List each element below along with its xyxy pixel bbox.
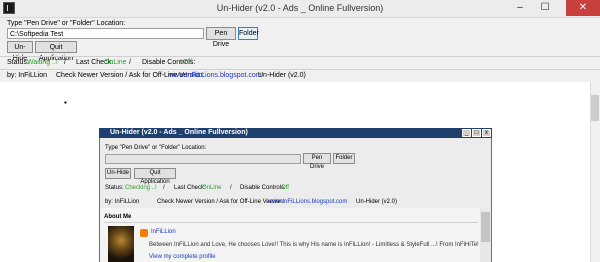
folder-button[interactable]: Folder: [238, 27, 259, 40]
page-marker: ▪: [64, 98, 67, 107]
version-label: Un-Hider (v2.0): [258, 72, 306, 79]
embedded-minimize-button[interactable]: _: [462, 129, 471, 137]
embedded-disable-controls-label: Disable Controls:: [240, 185, 286, 191]
profile-bio: Between InFiLLion and Love, He chooses L…: [149, 242, 479, 248]
disable-controls-value[interactable]: Off: [183, 59, 192, 66]
status-value: Waiting ..!: [27, 59, 58, 66]
embedded-scrollbar-thumb[interactable]: [481, 212, 490, 242]
view-profile-link[interactable]: View my complete profile: [149, 254, 216, 260]
embedded-status-label: Status:: [105, 185, 124, 191]
status-label: Status:: [7, 59, 29, 66]
embedded-location-label: Type "Pen Drive" or "Folder" Location:: [105, 145, 207, 151]
pen-drive-button[interactable]: Pen Drive: [206, 27, 236, 48]
quit-application-button[interactable]: Quit Application: [35, 41, 77, 62]
embedded-quit-button[interactable]: Quit Application: [134, 168, 176, 185]
embedded-last-check-value: OnLine: [202, 185, 222, 191]
embedded-pen-drive-button[interactable]: Pen Drive: [303, 153, 331, 170]
embedded-version-label: Un-Hider (v2.0): [356, 199, 398, 205]
embedded-location-input[interactable]: [105, 154, 301, 164]
unhide-button[interactable]: Un-Hide: [7, 41, 33, 62]
embedded-status-value: Checking ..!: [125, 185, 157, 191]
maximize-button[interactable]: ☐: [533, 0, 557, 16]
location-label: Type "Pen Drive" or "Folder" Location:: [7, 20, 126, 27]
embedded-window-title: Un-Hider (v2.0 - Ads _ Online Fullversio…: [110, 129, 248, 136]
author-label: by: InFiLLion: [7, 72, 48, 79]
profile-photo: [108, 226, 134, 262]
location-input[interactable]: C:\Softpedia Test: [7, 28, 204, 39]
embedded-status-separator: /: [230, 185, 232, 191]
divider: [104, 222, 478, 223]
embedded-check-version-label: Check Newer Version / Ask for Off-Line V…: [157, 199, 285, 205]
scrollbar-thumb[interactable]: [591, 95, 599, 121]
divider: [0, 56, 600, 57]
about-me-heading: About Me: [104, 214, 132, 220]
embedded-close-button[interactable]: x: [482, 129, 491, 137]
embedded-unhide-button[interactable]: Un-Hide: [105, 168, 131, 179]
divider: [0, 69, 600, 70]
embedded-last-check-label: Last Check:: [174, 185, 206, 191]
last-check-value: OnLine: [104, 59, 127, 66]
minimize-button[interactable]: –: [508, 0, 532, 16]
embedded-status-separator: /: [163, 185, 165, 191]
blog-link[interactable]: www.InFiLLions.blogspot.com: [169, 72, 262, 79]
blogger-icon: [140, 229, 148, 237]
embedded-author-label: by: InFiLLion: [105, 199, 140, 205]
status-separator: /: [64, 59, 66, 66]
embedded-folder-button[interactable]: Folder: [333, 153, 355, 164]
close-button[interactable]: ✕: [566, 0, 600, 16]
status-separator: /: [129, 59, 131, 66]
embedded-disable-controls-value: Off: [281, 185, 289, 191]
embedded-blog-link[interactable]: www.InFiLLions.blogspot.com: [268, 199, 347, 205]
embedded-maximize-button[interactable]: □: [472, 129, 481, 137]
profile-name-link[interactable]: InFiLLion: [151, 229, 176, 235]
